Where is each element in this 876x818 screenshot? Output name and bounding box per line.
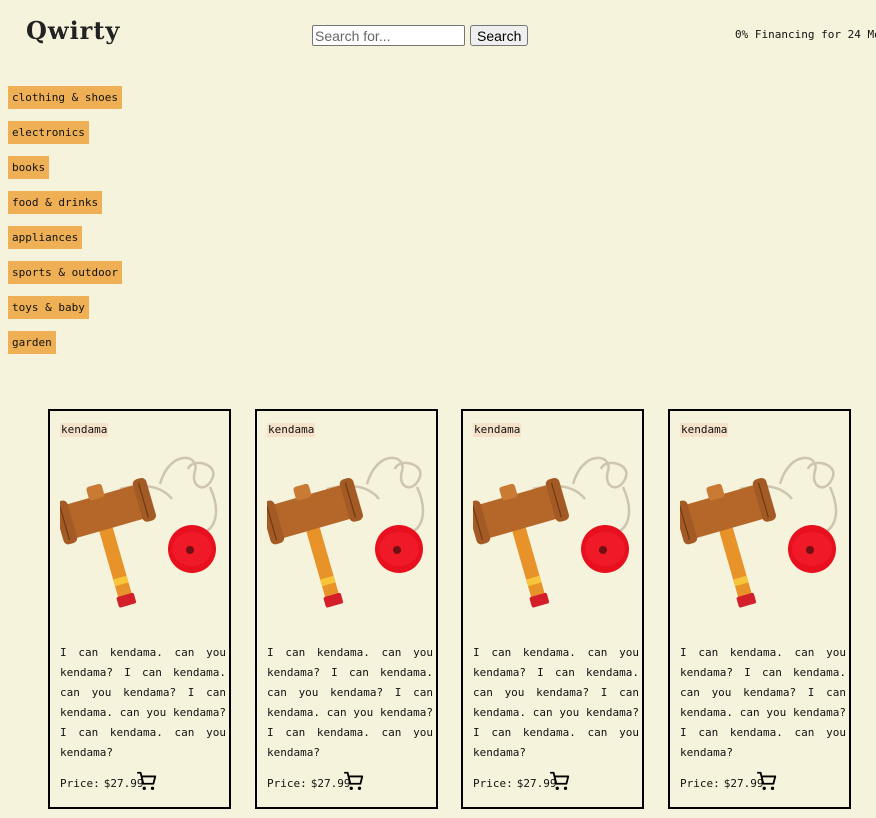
product-card[interactable]: kendama I can kendama. can you kendama? … <box>255 409 438 809</box>
product-price: Price: $27.99 <box>680 777 764 790</box>
product-description: I can kendama. can you kendama? I can ke… <box>60 646 226 759</box>
kendama-image <box>267 456 425 608</box>
product-card[interactable]: kendama I can kendama. can you kendama? … <box>668 409 851 809</box>
shopping-cart-icon[interactable] <box>136 770 158 792</box>
price-label: Price: <box>60 777 100 790</box>
price-label: Price: <box>680 777 720 790</box>
kendama-image <box>60 456 218 608</box>
kendama-image <box>680 456 838 608</box>
shopping-cart-icon[interactable] <box>549 770 571 792</box>
kendama-image <box>473 456 631 608</box>
search-bar: Search <box>312 25 529 46</box>
product-description: I can kendama. can you kendama? I can ke… <box>267 646 433 759</box>
category-sports-outdoor[interactable]: sports & outdoor <box>8 261 122 284</box>
product-title[interactable]: kendama <box>60 423 109 437</box>
promo-banner: 0% Financing for 24 Mon <box>735 28 876 41</box>
category-electronics[interactable]: electronics <box>8 121 89 144</box>
category-garden[interactable]: garden <box>8 331 56 354</box>
category-toys-baby[interactable]: toys & baby <box>8 296 89 319</box>
product-price: Price: $27.99 <box>267 777 351 790</box>
price-label: Price: <box>267 777 307 790</box>
price-label: Price: <box>473 777 513 790</box>
shopping-cart-icon[interactable] <box>343 770 365 792</box>
product-title[interactable]: kendama <box>473 423 522 437</box>
product-card[interactable]: kendama I can kendama. can you kendama? … <box>461 409 644 809</box>
product-title[interactable]: kendama <box>680 423 729 437</box>
product-card[interactable]: kendama I can kendama. can you kendama? … <box>48 409 231 809</box>
search-button[interactable]: Search <box>470 25 529 46</box>
shopping-cart-icon[interactable] <box>756 770 778 792</box>
category-clothing-shoes[interactable]: clothing & shoes <box>8 86 122 109</box>
site-logo[interactable]: Qwirty <box>26 16 120 45</box>
product-price: Price: $27.99 <box>60 777 144 790</box>
category-appliances[interactable]: appliances <box>8 226 83 249</box>
category-food-drinks[interactable]: food & drinks <box>8 191 103 214</box>
category-nav: clothing & shoes electronics books food … <box>8 86 122 366</box>
search-input[interactable] <box>312 25 465 46</box>
product-description: I can kendama. can you kendama? I can ke… <box>473 646 639 759</box>
page: Qwirty Search 0% Financing for 24 Mon cl… <box>0 0 876 818</box>
product-price: Price: $27.99 <box>473 777 557 790</box>
category-books[interactable]: books <box>8 156 50 179</box>
product-description: I can kendama. can you kendama? I can ke… <box>680 646 846 759</box>
product-title[interactable]: kendama <box>267 423 316 437</box>
